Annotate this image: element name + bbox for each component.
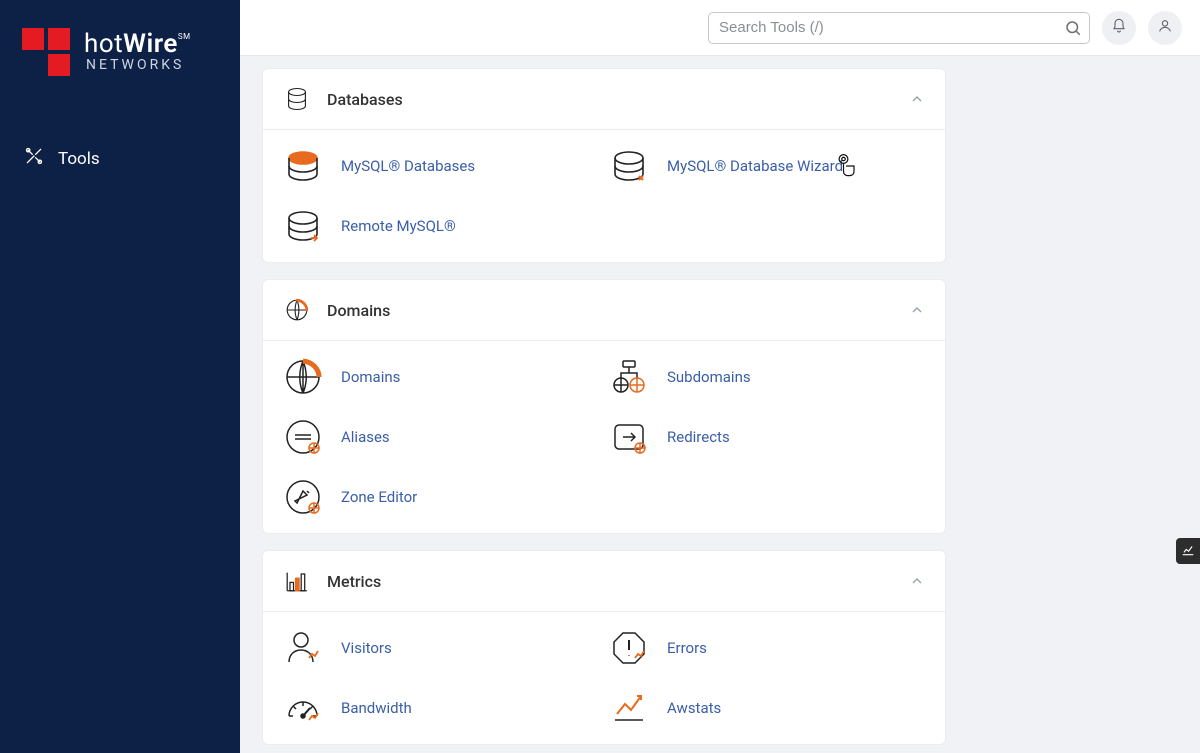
visitors-icon	[283, 628, 323, 668]
panel-header-databases[interactable]: Databases	[263, 69, 945, 130]
errors-icon	[609, 628, 649, 668]
tool-visitors[interactable]: Visitors	[283, 628, 599, 668]
chart-line-icon	[1181, 542, 1195, 561]
bandwidth-icon	[283, 688, 323, 728]
panel-header-metrics[interactable]: Metrics	[263, 551, 945, 612]
database-icon	[283, 85, 311, 113]
tool-aliases[interactable]: Aliases	[283, 417, 599, 457]
panel-domains: Domains Domains	[262, 279, 946, 534]
panel-title: Domains	[327, 301, 893, 320]
search-input[interactable]	[708, 12, 1090, 44]
panel-metrics: Metrics Visitors	[262, 550, 946, 745]
tool-label: MySQL® Database Wizard	[667, 157, 843, 175]
panel-title: Databases	[327, 90, 893, 109]
tool-label: Bandwidth	[341, 699, 412, 717]
tool-bandwidth[interactable]: Bandwidth	[283, 688, 599, 728]
panel-header-domains[interactable]: Domains	[263, 280, 945, 341]
tool-label: Domains	[341, 368, 400, 386]
subdomains-icon	[609, 357, 649, 397]
tool-label: Redirects	[667, 428, 730, 446]
brand-name-part2: Wire	[123, 29, 178, 59]
tool-mysql-databases[interactable]: MySQL® Databases	[283, 146, 599, 186]
tool-label: Awstats	[667, 699, 721, 717]
sidebar-nav: Tools	[0, 136, 240, 181]
brand-logo-mark	[22, 28, 74, 76]
tool-mysql-database-wizard[interactable]: MySQL® Database Wizard	[609, 146, 925, 186]
tool-label: Subdomains	[667, 368, 751, 386]
tool-zone-editor[interactable]: Zone Editor	[283, 477, 599, 517]
tool-domains[interactable]: Domains	[283, 357, 599, 397]
tool-label: Zone Editor	[341, 488, 417, 506]
chevron-up-icon	[909, 302, 925, 318]
sidebar-item-label: Tools	[58, 149, 100, 169]
chevron-up-icon	[909, 573, 925, 589]
tool-redirects[interactable]: Redirects	[609, 417, 925, 457]
notifications-button[interactable]	[1102, 11, 1136, 45]
tool-label: Aliases	[341, 428, 390, 446]
brand-name: hotWireSM	[84, 31, 191, 58]
tools-icon	[24, 146, 44, 171]
main-content: Databases MySQL® Databases	[240, 56, 1200, 753]
tool-remote-mysql[interactable]: Remote MySQL®	[283, 206, 599, 246]
tool-label: Visitors	[341, 639, 392, 657]
brand-service-mark: SM	[178, 32, 191, 41]
chevron-up-icon	[909, 91, 925, 107]
analytics-float-button[interactable]	[1176, 538, 1200, 564]
redirects-icon	[609, 417, 649, 457]
search-field[interactable]	[708, 12, 1090, 44]
tool-label: Remote MySQL®	[341, 217, 456, 235]
tool-label: Errors	[667, 639, 707, 657]
tool-subdomains[interactable]: Subdomains	[609, 357, 925, 397]
account-button[interactable]	[1148, 11, 1182, 45]
panel-databases: Databases MySQL® Databases	[262, 68, 946, 263]
awstats-icon	[609, 688, 649, 728]
tool-awstats[interactable]: Awstats	[609, 688, 925, 728]
tool-errors[interactable]: Errors	[609, 628, 925, 668]
globe-icon	[283, 357, 323, 397]
brand-logo: hotWireSM NETWORKS	[0, 0, 240, 88]
aliases-icon	[283, 417, 323, 457]
database-icon	[283, 146, 323, 186]
tool-label: MySQL® Databases	[341, 157, 475, 175]
brand-subtitle: NETWORKS	[84, 58, 191, 73]
panel-title: Metrics	[327, 572, 893, 591]
search-icon[interactable]	[1064, 19, 1082, 37]
zone-editor-icon	[283, 477, 323, 517]
user-icon	[1157, 18, 1173, 38]
brand-name-part1: hot	[84, 29, 123, 59]
topbar	[240, 0, 1200, 56]
bell-icon	[1111, 18, 1127, 38]
database-wizard-icon	[609, 146, 649, 186]
chart-icon	[283, 567, 311, 595]
remote-database-icon	[283, 206, 323, 246]
sidebar: hotWireSM NETWORKS Tools	[0, 0, 240, 753]
globe-icon	[283, 296, 311, 324]
sidebar-item-tools[interactable]: Tools	[0, 136, 240, 181]
